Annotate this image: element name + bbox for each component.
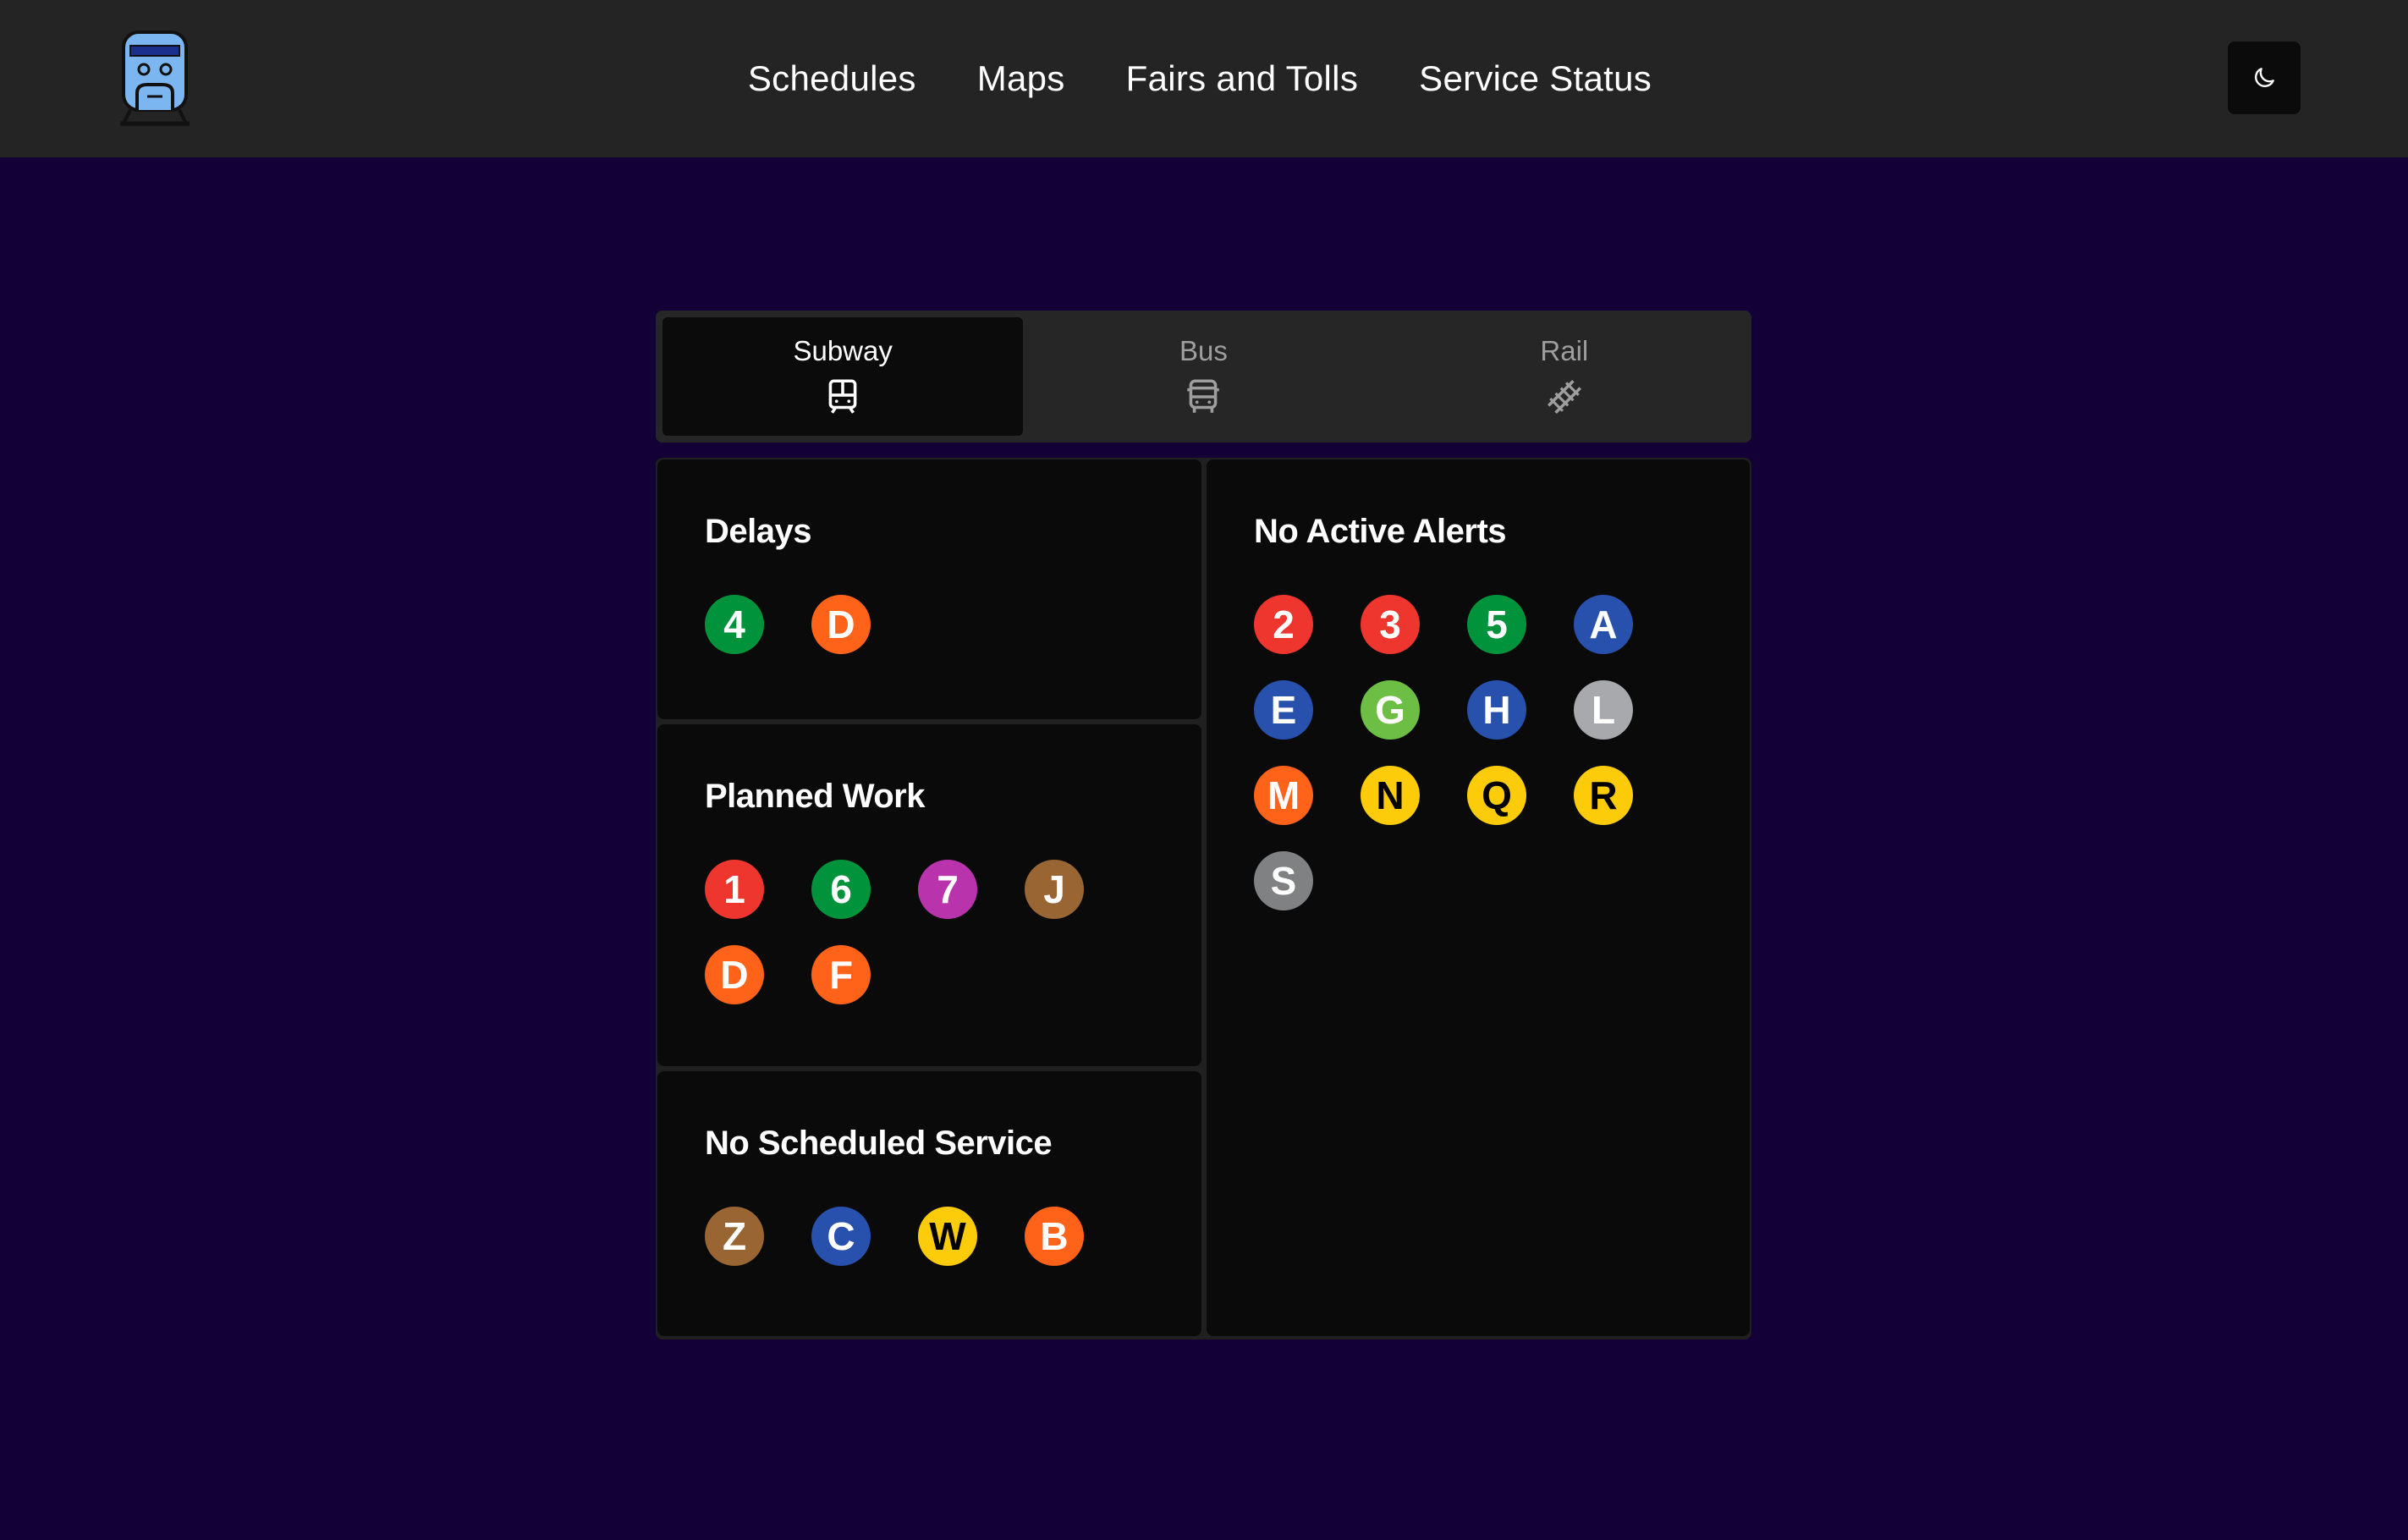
line-bullet-m[interactable]: M: [1254, 766, 1313, 825]
line-bullet-6[interactable]: 6: [811, 860, 871, 919]
line-bullet-s[interactable]: S: [1254, 851, 1313, 910]
line-bullet-h[interactable]: H: [1467, 680, 1526, 740]
line-bullets: 235A EGHL MNQR S: [1254, 595, 1750, 910]
panel-title: No Active Alerts: [1254, 513, 1507, 550]
line-bullet-r[interactable]: R: [1574, 766, 1633, 825]
tab-label: Subway: [793, 335, 893, 366]
bus-icon: [1187, 379, 1220, 413]
line-bullet-5[interactable]: 5: [1467, 595, 1526, 654]
line-bullet-2[interactable]: 2: [1254, 595, 1313, 654]
subway-icon: [828, 379, 857, 414]
line-bullet-g[interactable]: G: [1361, 680, 1420, 740]
line-bullet-3[interactable]: 3: [1361, 595, 1420, 654]
panel-title: Planned Work: [705, 778, 925, 815]
line-bullet-a[interactable]: A: [1574, 595, 1633, 654]
nav-link-schedules[interactable]: Schedules: [748, 58, 916, 99]
planned-work-panel: Planned Work 167J DF: [657, 724, 1201, 1066]
no-scheduled-service-panel: No Scheduled Service ZCWB: [657, 1071, 1201, 1336]
line-bullet-n[interactable]: N: [1361, 766, 1420, 825]
moon-icon: [2255, 68, 2274, 87]
line-bullet-c[interactable]: C: [811, 1207, 871, 1266]
line-bullet-l[interactable]: L: [1574, 680, 1633, 740]
tab-label: Bus: [1179, 335, 1228, 366]
main-nav: Schedules Maps Fairs and Tolls Service S…: [0, 0, 2408, 157]
line-bullet-1[interactable]: 1: [705, 860, 764, 919]
line-bullets: 4D: [705, 595, 1201, 654]
nav-link-fairs-and-tolls[interactable]: Fairs and Tolls: [1126, 58, 1359, 99]
rail-track-icon: [1547, 379, 1581, 415]
line-bullet-e[interactable]: E: [1254, 680, 1313, 740]
line-bullet-7[interactable]: 7: [918, 860, 977, 919]
service-status-panels: Delays 4D Planned Work 167JDF No Schedul…: [656, 458, 1751, 1339]
line-bullet-j[interactable]: J: [1025, 860, 1084, 919]
tab-bus[interactable]: Bus: [1023, 317, 1383, 436]
no-active-alerts-panel: No Active Alerts 235A EGHL MNQR S: [1207, 459, 1750, 1336]
line-bullets: ZCWB: [705, 1207, 1201, 1266]
transit-mode-tabs: Subway Bus Rail: [656, 311, 1751, 443]
line-bullet-q[interactable]: Q: [1467, 766, 1526, 825]
panel-title: No Scheduled Service: [705, 1125, 1053, 1162]
tab-rail[interactable]: Rail: [1384, 317, 1745, 436]
tab-subway[interactable]: Subway: [662, 317, 1024, 436]
line-bullet-z[interactable]: Z: [705, 1207, 764, 1266]
nav-link-service-status[interactable]: Service Status: [1419, 58, 1652, 99]
delays-panel: Delays 4D: [657, 459, 1201, 719]
nav-link-maps[interactable]: Maps: [977, 58, 1065, 99]
top-navbar: Schedules Maps Fairs and Tolls Service S…: [0, 0, 2408, 157]
line-bullet-f[interactable]: F: [811, 945, 871, 1004]
tab-label: Rail: [1540, 335, 1589, 366]
line-bullet-d[interactable]: D: [705, 945, 764, 1004]
theme-toggle-button[interactable]: [2228, 41, 2301, 114]
line-bullet-w[interactable]: W: [918, 1207, 977, 1266]
line-bullet-4[interactable]: 4: [705, 595, 764, 654]
line-bullet-d[interactable]: D: [811, 595, 871, 654]
panel-title: Delays: [705, 513, 811, 550]
line-bullets: 167J DF: [705, 860, 1201, 1004]
line-bullet-b[interactable]: B: [1025, 1207, 1084, 1266]
